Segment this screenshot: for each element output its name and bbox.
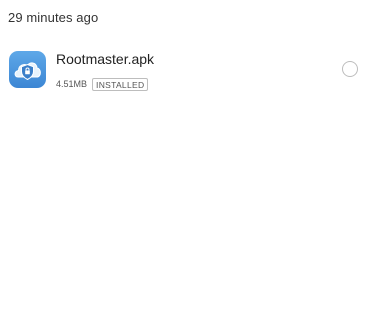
file-meta: 4.51MB INSTALLED — [56, 77, 149, 91]
rootmaster-app-icon — [9, 51, 46, 88]
list-item-file[interactable]: Rootmaster.apk 4.51MB INSTALLED — [0, 46, 378, 94]
section-header-time: 29 minutes ago — [8, 10, 99, 25]
file-name: Rootmaster.apk — [56, 51, 155, 67]
status-badge: INSTALLED — [92, 77, 149, 91]
file-size: 4.51MB — [56, 79, 88, 89]
select-radio-button[interactable] — [342, 61, 358, 77]
file-list-screen: 29 minutes ago Rootmaster.apk 4.51MB INS… — [0, 0, 378, 331]
